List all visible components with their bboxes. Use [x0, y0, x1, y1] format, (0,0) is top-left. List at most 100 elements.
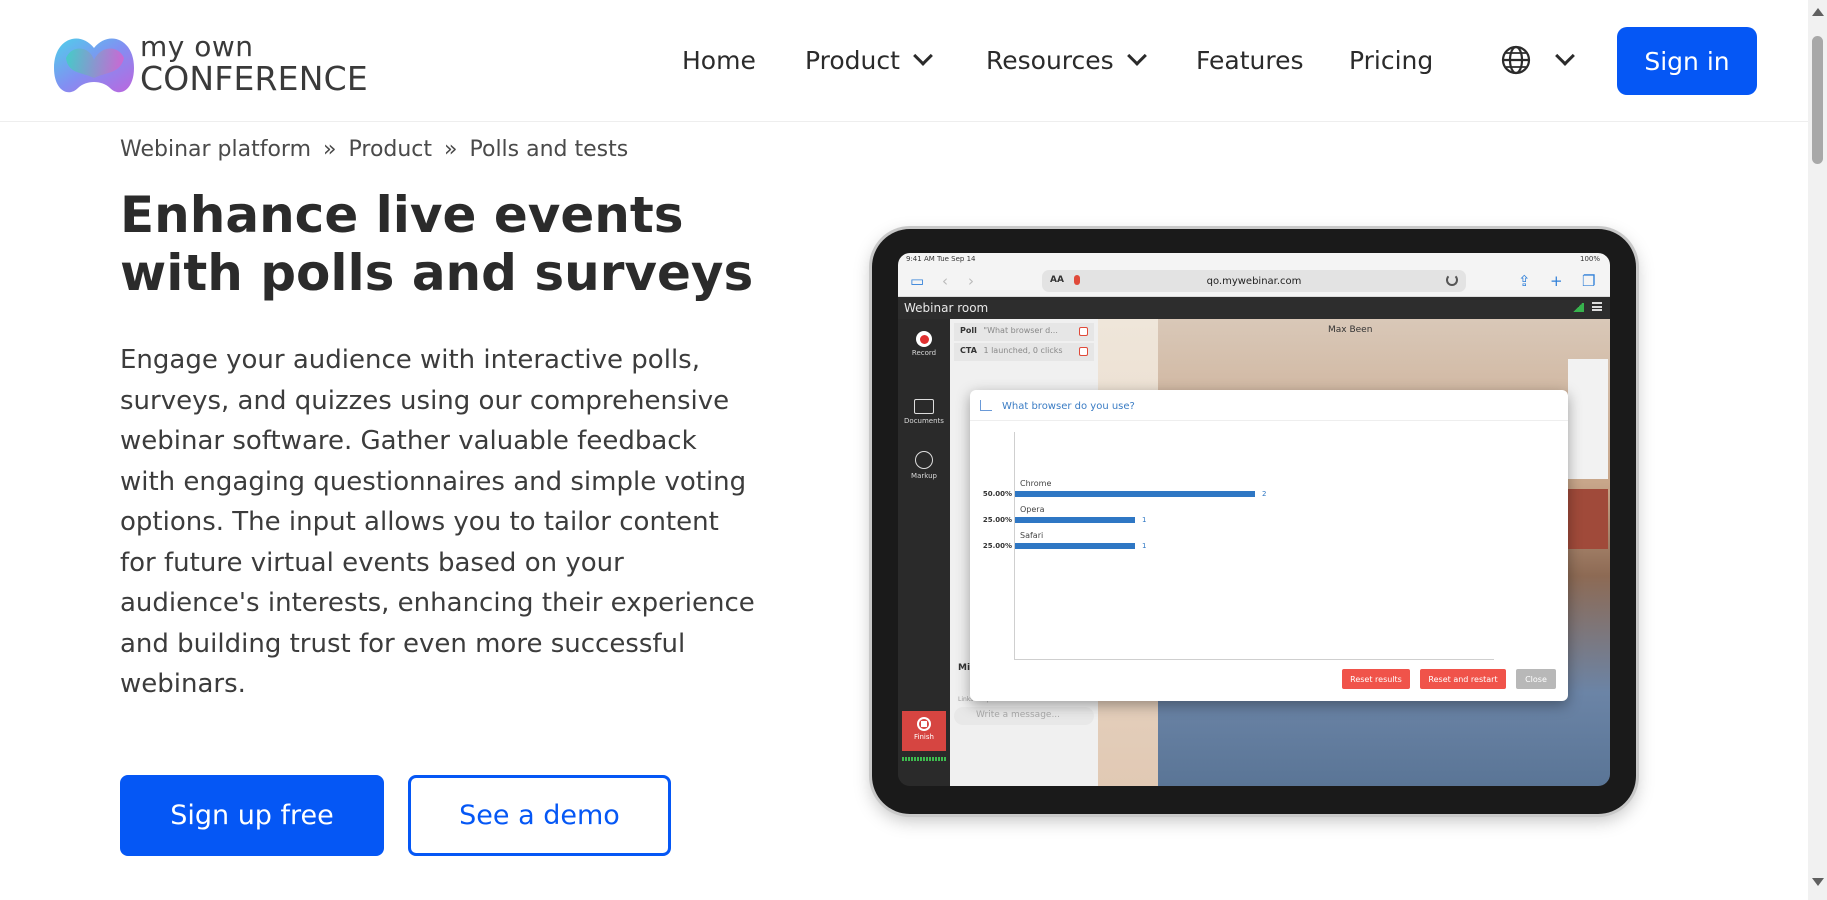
address-bar[interactable]: AA qo.mywebinar.com: [1042, 270, 1466, 292]
cta-row[interactable]: CTA 1 launched, 0 clicks: [954, 343, 1094, 361]
tabs-overview-icon[interactable]: ❐: [1582, 274, 1595, 289]
cta-text: 1 launched, 0 clicks: [983, 346, 1063, 355]
tablet-screen: 9:41 AM Tue Sep 14 100% ▭ ‹ › AA qo.mywe…: [898, 253, 1610, 786]
poll-question-title: What browser do you use?: [1002, 401, 1135, 412]
new-tab-plus-icon[interactable]: +: [1550, 274, 1563, 289]
chart-bar: [1015, 491, 1255, 497]
palette-icon: [915, 451, 933, 469]
nav-pricing[interactable]: Pricing: [1349, 46, 1433, 75]
nav-home[interactable]: Home: [682, 46, 756, 75]
markup-button[interactable]: Markup: [898, 451, 950, 480]
breadcrumb-polls-and-tests[interactable]: Polls and tests: [470, 137, 629, 162]
chart-bar: [1015, 517, 1135, 523]
chart-bar: [1015, 543, 1135, 549]
stop-icon: [917, 717, 931, 731]
sidebar-toggle-icon[interactable]: ▭: [910, 274, 924, 289]
video-bookshelf: [1568, 359, 1608, 479]
nav-resources-label: Resources: [986, 45, 1114, 75]
tablet-status-bar: 9:41 AM Tue Sep 14 100%: [898, 253, 1610, 265]
record-icon: [916, 331, 932, 347]
page-title: Enhance live events with polls and surve…: [120, 186, 754, 302]
documents-icon: [914, 399, 934, 414]
chevron-down-icon: [913, 46, 933, 66]
webinar-room-bar: Webinar room: [898, 297, 1610, 319]
chart-percent-label: 25.00%: [982, 542, 1012, 550]
reload-icon[interactable]: [1446, 274, 1458, 286]
markup-label: Markup: [911, 472, 937, 480]
nav-product[interactable]: Product: [805, 45, 933, 75]
language-selector[interactable]: [1500, 44, 1575, 76]
poll-row[interactable]: Poll "What browser d...: [954, 323, 1094, 341]
nav-resources[interactable]: Resources: [986, 45, 1147, 75]
scrollbar-thumb[interactable]: [1812, 36, 1823, 164]
video-brick-wall: [1568, 489, 1608, 549]
speaker-name: Max Been: [1328, 325, 1373, 335]
chart-category-label: Chrome: [1020, 479, 1052, 488]
chart-category-label: Safari: [1020, 531, 1044, 540]
reader-aa-label[interactable]: AA: [1050, 275, 1064, 285]
chart-value-label: 1: [1142, 542, 1147, 550]
poll-checkbox[interactable]: [1079, 327, 1088, 336]
nav-pricing-label: Pricing: [1349, 45, 1434, 75]
breadcrumb-webinar-platform[interactable]: Webinar platform: [120, 137, 311, 162]
record-button[interactable]: Record: [898, 331, 950, 357]
hamburger-menu-icon[interactable]: [1592, 302, 1602, 311]
documents-label: Documents: [904, 417, 944, 425]
breadcrumb: Webinar platform » Product » Polls and t…: [120, 137, 628, 162]
close-button[interactable]: Close: [1516, 669, 1556, 689]
room-sidebar: Record Documents Markup Finish: [898, 319, 950, 786]
logo-line-2: CONFERENCE: [140, 59, 368, 98]
back-icon[interactable]: ‹: [942, 274, 948, 289]
sign-in-button[interactable]: Sign in: [1617, 27, 1757, 95]
nav-home-label: Home: [682, 45, 756, 75]
nav-features-label: Features: [1196, 45, 1304, 75]
site-header: my own CONFERENCE Home Product Resources…: [0, 0, 1808, 122]
room-title: Webinar room: [904, 301, 989, 315]
chevron-down-icon: [1555, 46, 1575, 66]
nav-features[interactable]: Features: [1196, 46, 1304, 75]
dialog-divider: [970, 420, 1568, 421]
nav-product-label: Product: [805, 45, 900, 75]
reset-and-restart-button[interactable]: Reset and restart: [1420, 669, 1506, 689]
chart-value-label: 1: [1142, 516, 1147, 524]
chart-percent-label: 50.00%: [982, 490, 1012, 498]
microphone-icon[interactable]: [1074, 275, 1080, 285]
scroll-down-arrow-icon[interactable]: [1812, 878, 1824, 886]
hero-description: Engage your audience with interactive po…: [120, 345, 755, 699]
breadcrumb-product[interactable]: Product: [349, 137, 433, 162]
globe-icon: [1501, 45, 1531, 75]
breadcrumb-separator-icon: »: [323, 137, 337, 162]
cta-tag: CTA: [960, 346, 977, 355]
chat-message-input[interactable]: Write a message...: [954, 707, 1094, 725]
chart-icon: [980, 400, 992, 411]
audio-level-meter: [902, 757, 946, 761]
poll-text: "What browser d...: [983, 326, 1058, 335]
logo-mark-icon: [54, 38, 134, 93]
reset-results-button[interactable]: Reset results: [1342, 669, 1410, 689]
poll-tag: Poll: [960, 326, 977, 335]
finish-button[interactable]: Finish: [902, 711, 946, 751]
browser-toolbar: ▭ ‹ › AA qo.mywebinar.com ⇪ + ❐: [898, 265, 1610, 297]
documents-button[interactable]: Documents: [898, 399, 950, 425]
chart-value-label: 2: [1262, 490, 1267, 498]
sign-up-free-button[interactable]: Sign up free: [120, 775, 384, 856]
signal-strength-icon: [1572, 303, 1584, 312]
page-scrollbar[interactable]: [1808, 0, 1827, 900]
status-time: 9:41 AM Tue Sep 14: [906, 255, 976, 263]
logo[interactable]: my own CONFERENCE: [50, 28, 370, 98]
poll-results-dialog: What browser do you use? Chrome 50.00% 2 Op…: [970, 390, 1568, 701]
chevron-down-icon: [1126, 46, 1147, 66]
cta-checkbox[interactable]: [1079, 347, 1088, 356]
scroll-up-arrow-icon[interactable]: [1812, 8, 1824, 16]
chart-percent-label: 25.00%: [982, 516, 1012, 524]
chart-category-label: Opera: [1020, 505, 1045, 514]
tablet-mockup: 9:41 AM Tue Sep 14 100% ▭ ‹ › AA qo.mywe…: [872, 229, 1636, 814]
see-a-demo-button[interactable]: See a demo: [408, 775, 671, 856]
record-label: Record: [911, 349, 937, 357]
share-icon[interactable]: ⇪: [1518, 274, 1531, 289]
logo-wordmark: my own CONFERENCE: [140, 32, 368, 96]
chart-x-axis: [1014, 659, 1494, 660]
status-battery: 100%: [1579, 255, 1600, 263]
url-text: qo.mywebinar.com: [1206, 275, 1302, 287]
forward-icon[interactable]: ›: [968, 274, 974, 289]
